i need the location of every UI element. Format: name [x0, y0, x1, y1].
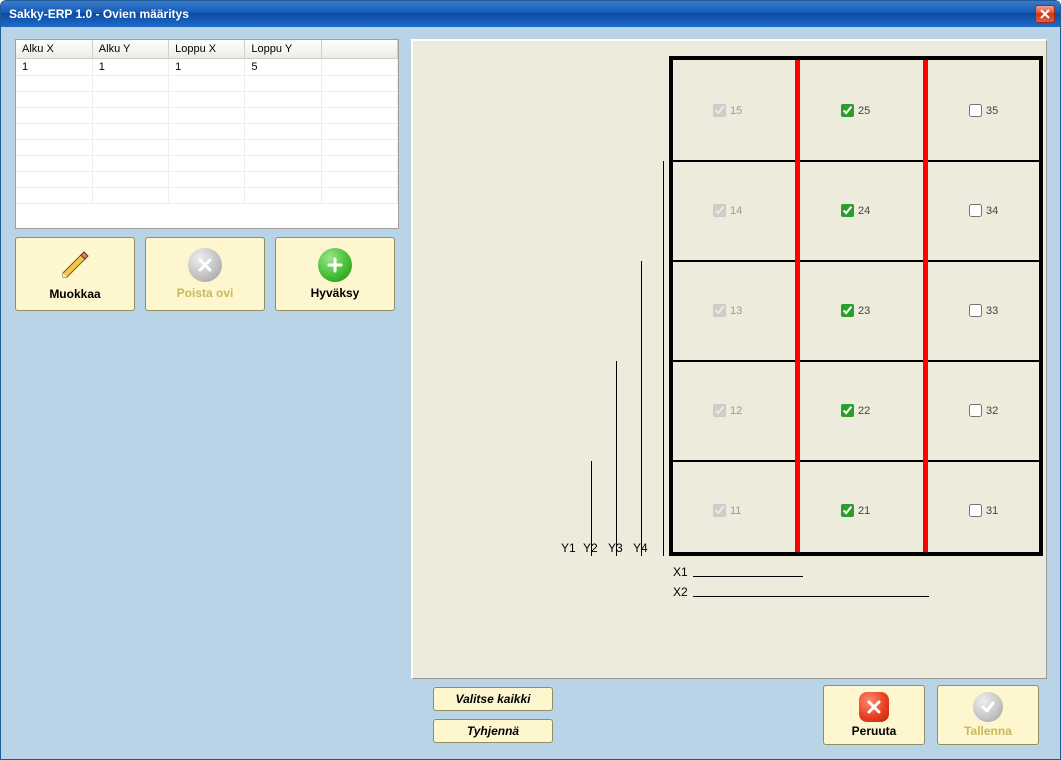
- cell-24[interactable]: 24: [841, 204, 870, 217]
- client-area: Alku X Alku Y Loppu X Loppu Y 1 1 1 5: [1, 27, 1060, 759]
- cell-21[interactable]: 21: [841, 504, 870, 517]
- col-alkyy[interactable]: Alku Y: [92, 40, 168, 58]
- pencil-icon: [57, 247, 93, 283]
- plus-icon: [318, 248, 352, 282]
- axis-y1: Y1: [561, 541, 576, 555]
- col-loppux[interactable]: Loppu X: [169, 40, 245, 58]
- axis-y2: Y2: [583, 541, 598, 555]
- axis-y3: Y3: [608, 541, 623, 555]
- cell-13: 13: [713, 304, 742, 317]
- cell-34[interactable]: 34: [969, 204, 998, 217]
- cell-12: 12: [713, 404, 742, 417]
- clear-button[interactable]: Tyhjennä: [433, 719, 553, 743]
- delete-button[interactable]: Poista ovi: [145, 237, 265, 311]
- door-line: [795, 60, 800, 552]
- cell-31[interactable]: 31: [969, 504, 998, 517]
- cancel-button[interactable]: Peruuta: [823, 685, 925, 745]
- window-title: Sakky-ERP 1.0 - Ovien määritys: [9, 7, 189, 21]
- coordinates-table[interactable]: Alku X Alku Y Loppu X Loppu Y 1 1 1 5: [15, 39, 399, 229]
- app-window: Sakky-ERP 1.0 - Ovien määritys Alku X Al…: [0, 0, 1061, 760]
- cell-14: 14: [713, 204, 742, 217]
- titlebar: Sakky-ERP 1.0 - Ovien määritys: [1, 1, 1060, 27]
- cell-35[interactable]: 35: [969, 104, 998, 117]
- check-icon: [973, 692, 1003, 722]
- select-all-button[interactable]: Valitse kaikki: [433, 687, 553, 711]
- edit-button[interactable]: Muokkaa: [15, 237, 135, 311]
- save-button[interactable]: Tallenna: [937, 685, 1039, 745]
- axis-y4: Y4: [633, 541, 648, 555]
- cell-23[interactable]: 23: [841, 304, 870, 317]
- delete-icon: [188, 248, 222, 282]
- cell-25[interactable]: 25: [841, 104, 870, 117]
- cell-32[interactable]: 32: [969, 404, 998, 417]
- col-loppuy[interactable]: Loppu Y: [245, 40, 321, 58]
- cancel-icon: [859, 692, 889, 722]
- door-line: [923, 60, 928, 552]
- table-row[interactable]: 1 1 1 5: [16, 58, 398, 75]
- cell-11: 11: [713, 504, 741, 517]
- cell-15: 15: [713, 104, 742, 117]
- row-actions: Muokkaa Poista ovi Hyväksy: [15, 237, 395, 311]
- accept-button[interactable]: Hyväksy: [275, 237, 395, 311]
- col-alkux[interactable]: Alku X: [16, 40, 92, 58]
- axis-x1: X1: [673, 565, 688, 579]
- cell-33[interactable]: 33: [969, 304, 998, 317]
- col-spacer: [321, 40, 397, 58]
- cell-22[interactable]: 22: [841, 404, 870, 417]
- close-button[interactable]: [1035, 5, 1055, 23]
- door-canvas: 15 14 13 12 11 25 24 23 22 21 35 34 33 3…: [411, 39, 1047, 679]
- axis-x2: X2: [673, 585, 688, 599]
